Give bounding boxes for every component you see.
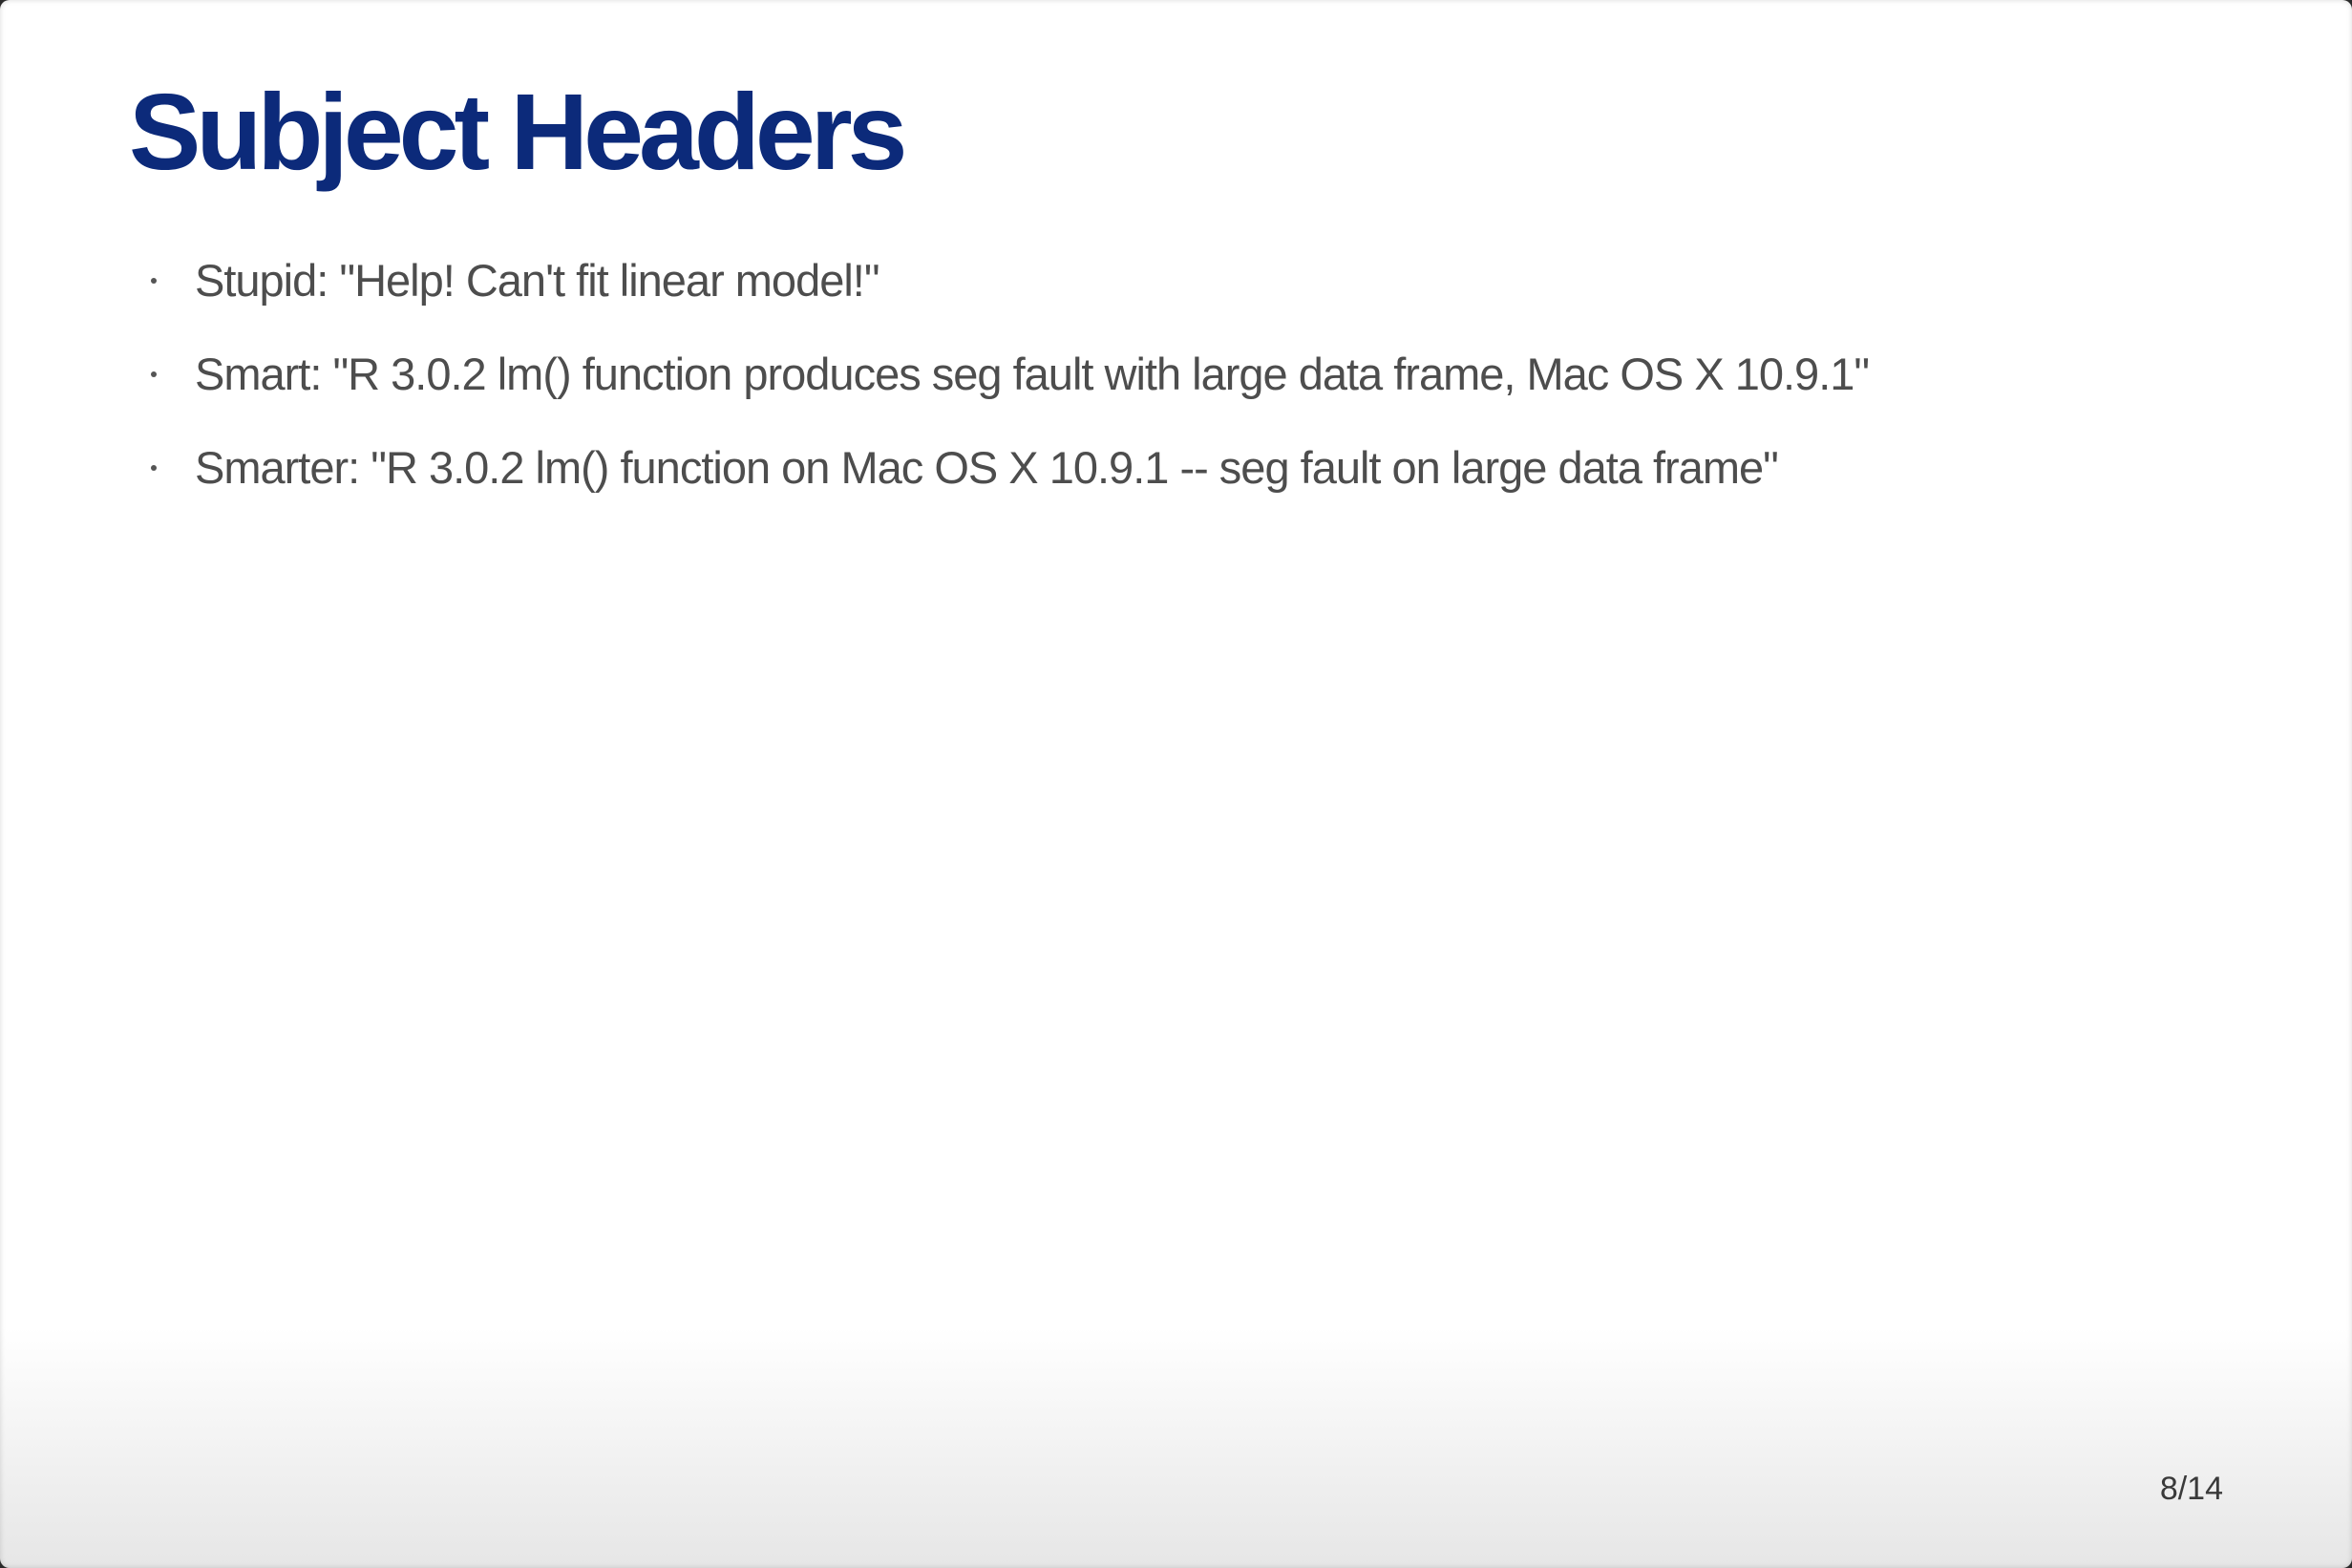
bullet-item: Stupid: "Help! Can't fit linear model!"	[143, 250, 1869, 344]
bullet-text: Smart: "R 3.0.2 lm() function produces s…	[195, 349, 1870, 399]
slide: Subject Headers Stupid: "Help! Can't fit…	[0, 0, 2352, 1568]
bullet-text: Smarter: "R 3.0.2 lm() function on Mac O…	[195, 442, 1779, 493]
bullet-icon	[151, 278, 157, 284]
page-number: 8/14	[2159, 1471, 2223, 1507]
bullet-list: Stupid: "Help! Can't fit linear model!" …	[143, 250, 1870, 531]
bullet-item: Smarter: "R 3.0.2 lm() function on Mac O…	[143, 437, 1869, 531]
bullet-icon	[151, 465, 157, 471]
bullet-icon	[151, 371, 157, 377]
slide-title: Subject Headers	[129, 72, 908, 192]
bullet-item: Smart: "R 3.0.2 lm() function produces s…	[143, 344, 1870, 437]
bullet-text: Stupid: "Help! Can't fit linear model!"	[195, 255, 880, 306]
